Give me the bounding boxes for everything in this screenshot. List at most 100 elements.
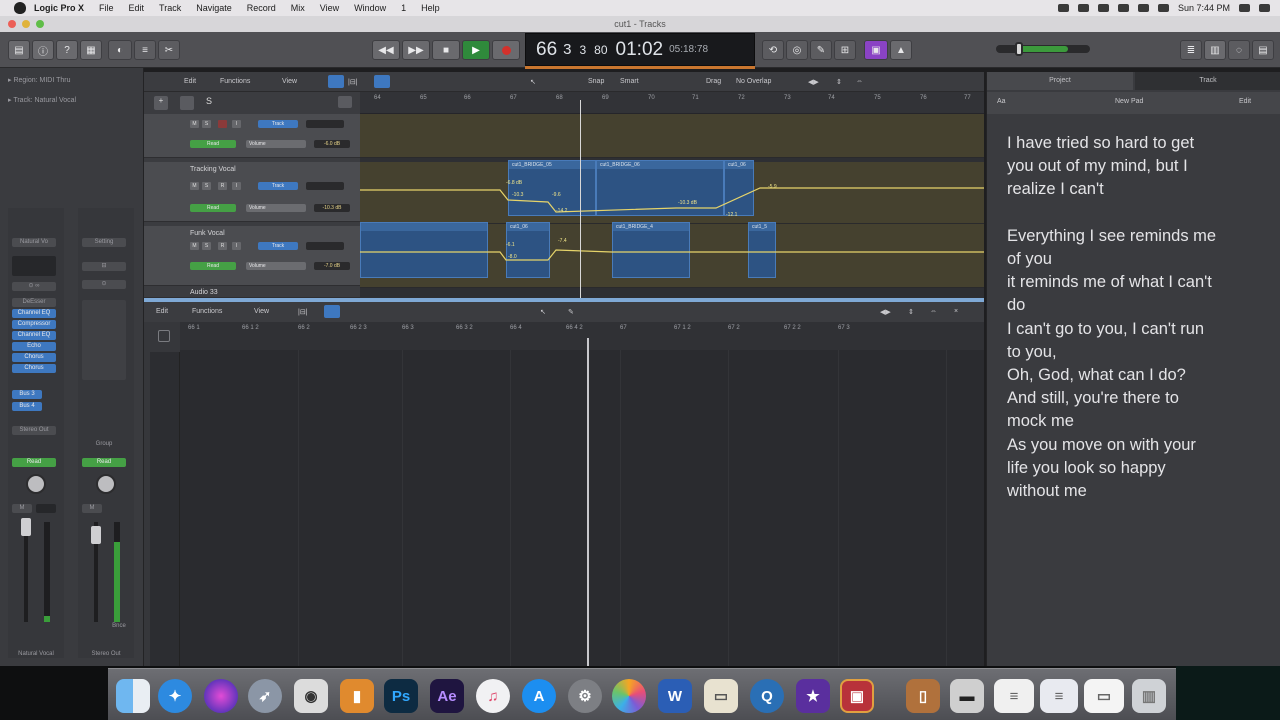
- airplay-icon[interactable]: [1097, 4, 1109, 12]
- editor-close-icon[interactable]: ×: [954, 308, 958, 315]
- eq-thumbnail[interactable]: [12, 256, 56, 276]
- menu-window[interactable]: Window: [354, 3, 386, 13]
- track3-mute[interactable]: M: [190, 242, 199, 250]
- notepad-edit-button[interactable]: Edit: [1239, 98, 1251, 105]
- setting-button[interactable]: Natural Vo: [12, 238, 56, 247]
- cycle-button[interactable]: ⟲: [762, 40, 784, 60]
- track3-automation-mode[interactable]: Read: [190, 262, 236, 270]
- menu-view[interactable]: View: [320, 3, 339, 13]
- menu-1[interactable]: 1: [401, 3, 406, 13]
- rewind-button[interactable]: ◀◀: [372, 40, 400, 60]
- autozoom-button[interactable]: ▣: [864, 40, 888, 60]
- track-row-tracking-vocal[interactable]: Tracking Vocal M S R I Track Read Volume…: [144, 162, 360, 222]
- preview-icon[interactable]: ▭: [704, 679, 738, 713]
- finder-icon[interactable]: [116, 679, 150, 713]
- link-button-2[interactable]: ⊙: [82, 280, 126, 289]
- contacts-icon[interactable]: ▯: [906, 679, 940, 713]
- menu-help[interactable]: Help: [421, 3, 440, 13]
- track1-automation-mode[interactable]: Read: [190, 140, 236, 148]
- track2-mute[interactable]: M: [190, 182, 199, 190]
- list-editors-button[interactable]: ≣: [1180, 40, 1202, 60]
- document-icon[interactable]: ≡: [994, 679, 1034, 713]
- loop-browser-button[interactable]: ◌: [1228, 40, 1250, 60]
- track2-automation-param[interactable]: Volume: [246, 204, 306, 212]
- track3-input[interactable]: I: [232, 242, 241, 250]
- metronome-button[interactable]: ▲: [890, 40, 912, 60]
- track2-solo[interactable]: S: [202, 182, 211, 190]
- bounce-button[interactable]: Bnce: [108, 622, 130, 631]
- audio-fx-area-2[interactable]: [82, 300, 126, 380]
- photoshop-icon[interactable]: Ps: [384, 679, 418, 713]
- playhead[interactable]: [580, 100, 581, 298]
- volume-fader-handle-2[interactable]: [91, 526, 101, 544]
- automation-read-button[interactable]: Read: [12, 458, 56, 467]
- track-row-1[interactable]: M S I Track Read Volume -6.0 dB: [144, 114, 360, 158]
- global-tracks-icon[interactable]: [180, 96, 194, 110]
- setting-button-2[interactable]: Setting: [82, 238, 126, 247]
- menu-mix[interactable]: Mix: [291, 3, 305, 13]
- editor-pitch-ruler[interactable]: [150, 352, 180, 666]
- track3-automation-value[interactable]: -7.0 dB: [314, 262, 350, 270]
- track2-automation-value[interactable]: -10.3 dB: [314, 204, 350, 212]
- notification-icon[interactable]: [1259, 4, 1270, 12]
- plugin-slot-3[interactable]: Compressor: [12, 320, 56, 329]
- track1-fader[interactable]: [306, 120, 344, 128]
- font-button[interactable]: Aa: [997, 98, 1006, 105]
- track-name-audio-33[interactable]: Audio 33: [190, 289, 218, 296]
- catch-icon[interactable]: [374, 75, 390, 88]
- editor-pencil-tool-icon[interactable]: ✎: [568, 308, 574, 316]
- track-name-tracking-vocal[interactable]: Tracking Vocal: [190, 166, 236, 173]
- photo-booth-icon[interactable]: ▣: [840, 679, 874, 713]
- tab-track[interactable]: Track: [1135, 72, 1280, 90]
- editor-catch-icon[interactable]: [324, 305, 340, 318]
- tracks-view-menu[interactable]: View: [282, 78, 297, 85]
- wifi-icon[interactable]: [1117, 4, 1129, 12]
- automation-toggle-icon[interactable]: [328, 75, 344, 88]
- close-window-icon[interactable]: [8, 20, 16, 28]
- send-bus-3[interactable]: Bus 3: [12, 390, 42, 399]
- track3-solo[interactable]: S: [202, 242, 211, 250]
- link-button[interactable]: ⊙ ∞: [12, 282, 56, 291]
- track-inspector-header[interactable]: ▸ Track: Natural Vocal: [8, 96, 76, 104]
- drag-dropdown[interactable]: No Overlap: [736, 78, 771, 85]
- add-track-button[interactable]: +: [154, 96, 168, 110]
- cloud-icon[interactable]: [1077, 4, 1089, 12]
- spotlight-icon[interactable]: [1239, 4, 1250, 12]
- vectorworks-icon[interactable]: ◉: [294, 679, 328, 713]
- plugin-slot-2[interactable]: Channel EQ: [12, 309, 56, 318]
- record-button[interactable]: [492, 40, 520, 60]
- mute-button-2[interactable]: M: [82, 504, 102, 513]
- itunes-icon[interactable]: ♫: [476, 679, 510, 713]
- editor-flex-icon[interactable]: |⊟|: [298, 308, 308, 316]
- eq-slot-2[interactable]: ⊟: [82, 262, 126, 271]
- track2-record[interactable]: R: [218, 182, 227, 190]
- track1-mode[interactable]: Track: [258, 120, 298, 128]
- forward-button[interactable]: ▶▶: [402, 40, 430, 60]
- plugin-slot-7[interactable]: Chorus: [12, 364, 56, 373]
- document-icon[interactable]: ≡: [1040, 679, 1078, 713]
- status-icon[interactable]: [1057, 4, 1069, 12]
- tab-project[interactable]: Project: [987, 72, 1133, 90]
- app-store-icon[interactable]: A: [522, 679, 556, 713]
- plugin-slot-6[interactable]: Chorus: [12, 353, 56, 362]
- track-name-funk-vocal[interactable]: Funk Vocal: [190, 230, 225, 237]
- timeline-ruler[interactable]: 64 65 66 67 68 69 70 71 72 73 74 75 76 7…: [360, 92, 984, 114]
- track1-automation-param[interactable]: Volume: [246, 140, 306, 148]
- track1-solo[interactable]: S: [202, 120, 211, 128]
- smart-controls-button[interactable]: ◐: [108, 40, 132, 60]
- tracks-functions-menu[interactable]: Functions: [220, 78, 250, 85]
- track1-automation-value[interactable]: -6.0 dB: [314, 140, 350, 148]
- editor-view-menu[interactable]: View: [254, 308, 269, 315]
- terminal-icon[interactable]: ▬: [950, 679, 984, 713]
- launchpad-icon[interactable]: ➶: [248, 679, 282, 713]
- editor-grid[interactable]: [180, 350, 984, 666]
- imovie-icon[interactable]: ★: [796, 679, 830, 713]
- arrange-area[interactable]: cut1_BRIDGE_05 cut1_BRIDGE_06 cut1_06 cu…: [360, 114, 984, 298]
- mixer-button[interactable]: ≡: [134, 40, 156, 60]
- tuner-button[interactable]: ◎: [786, 40, 808, 60]
- horizontal-zoom-icon[interactable]: ⇔: [856, 78, 863, 85]
- track3-mode[interactable]: Track: [258, 242, 298, 250]
- plugin-slot-4[interactable]: Channel EQ: [12, 331, 56, 340]
- stop-button[interactable]: ■: [432, 40, 460, 60]
- zoom-window-icon[interactable]: [36, 20, 44, 28]
